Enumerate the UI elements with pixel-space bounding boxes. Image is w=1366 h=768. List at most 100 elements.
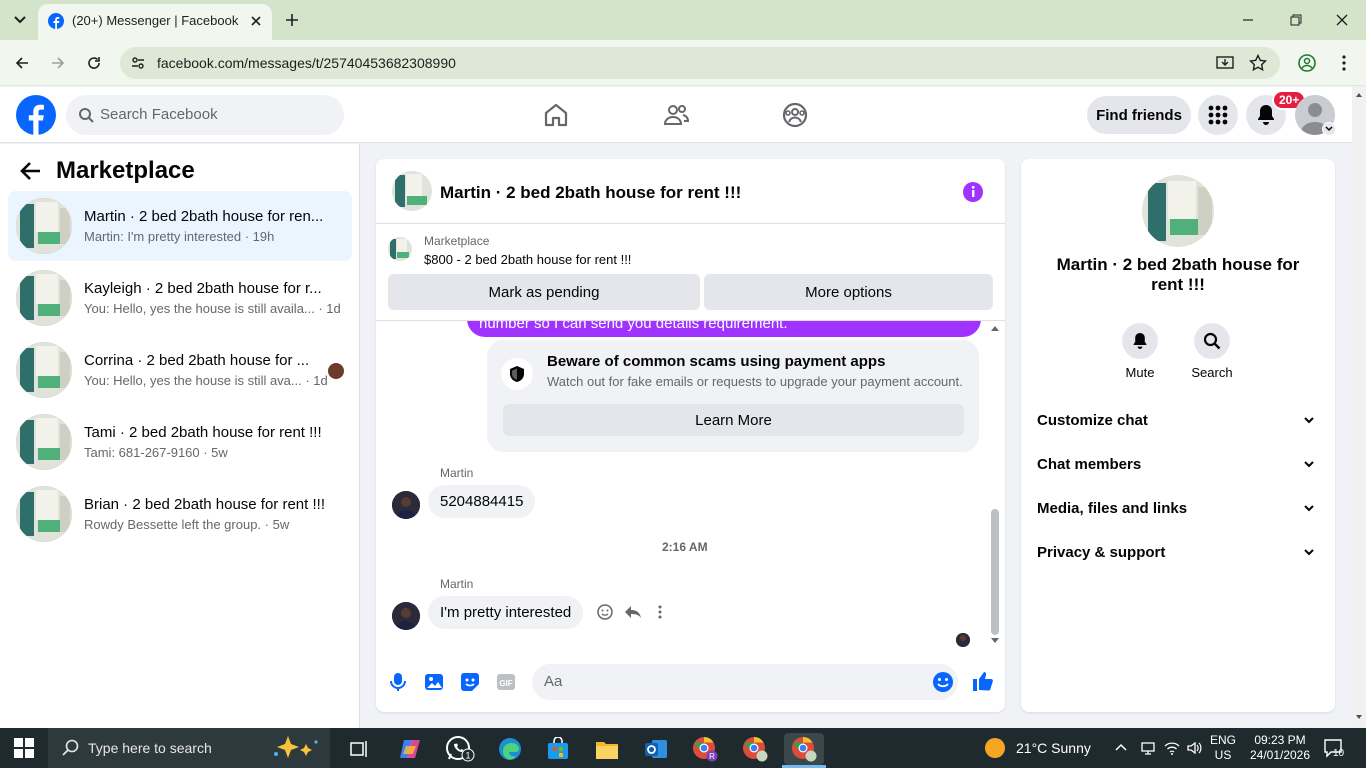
language-code: ENG [1209, 733, 1236, 747]
seen-indicator-avatar [956, 633, 970, 647]
conversation-name: Corrina · 2 bed 2bath house for ... [84, 352, 310, 369]
scroll-up-arrow-icon[interactable] [990, 324, 1000, 332]
taskbar-search-box[interactable]: Type here to search [48, 728, 330, 768]
restore-icon[interactable] [1288, 12, 1304, 28]
microphone-icon[interactable] [388, 672, 408, 692]
customize-chat-section[interactable]: Customize chat [1037, 412, 1319, 432]
chevron-down-icon [1304, 505, 1314, 512]
facebook-logo-icon[interactable] [16, 95, 56, 135]
menu-grid-icon[interactable] [1198, 95, 1238, 135]
reply-icon[interactable] [624, 604, 642, 620]
received-message-bubble[interactable]: I'm pretty interested [428, 596, 584, 629]
windows-start-icon[interactable] [14, 738, 34, 758]
received-message-bubble[interactable]: 5204884415 [428, 485, 536, 518]
sticker-icon[interactable] [460, 672, 480, 692]
install-app-icon[interactable] [1216, 54, 1234, 72]
volume-icon[interactable] [1186, 740, 1202, 756]
media-files-links-section[interactable]: Media, files and links [1037, 500, 1319, 520]
site-info-icon[interactable] [130, 55, 146, 71]
groups-icon[interactable] [781, 101, 809, 129]
taskbar-search-placeholder: Type here to search [88, 740, 212, 756]
conversation-item[interactable]: Kayleigh · 2 bed 2bath house for r... Yo… [8, 263, 352, 333]
svg-text:R: R [709, 752, 715, 761]
conversation-preview: You: Hello, yes the house is still avail… [84, 301, 341, 316]
conversation-preview: You: Hello, yes the house is still ava..… [84, 373, 328, 388]
microsoft-store-icon[interactable] [538, 733, 578, 765]
listing-price-title[interactable]: $800 - 2 bed 2bath house for rent !!! [424, 252, 631, 267]
mute-button[interactable]: Mute [1110, 323, 1170, 380]
browser-tab[interactable]: (20+) Messenger | Facebook [38, 4, 272, 40]
show-hidden-icons-chevron-icon[interactable] [1114, 740, 1128, 754]
friends-icon[interactable] [662, 101, 690, 129]
chat-header-avatar[interactable] [392, 171, 432, 211]
listing-avatar [1142, 175, 1214, 247]
home-icon[interactable] [542, 101, 570, 129]
weather-text[interactable]: 21°C Sunny [1016, 740, 1091, 756]
whatsapp-icon[interactable]: 1 [440, 733, 480, 765]
gif-icon[interactable]: GIF [496, 672, 516, 692]
sender-avatar[interactable] [392, 491, 420, 519]
back-arrow-icon[interactable] [14, 55, 30, 71]
thumbs-up-icon[interactable] [972, 670, 994, 692]
wifi-icon[interactable] [1164, 740, 1180, 756]
clock-time: 09:23 PM [1254, 733, 1306, 747]
chrome-profile-r-icon[interactable]: R [685, 733, 725, 765]
network-icon[interactable] [1140, 740, 1156, 756]
browser-profile-icon[interactable] [1298, 54, 1316, 72]
browser-menu-icon[interactable] [1336, 54, 1352, 72]
back-arrow-icon[interactable] [20, 160, 42, 182]
reload-icon[interactable] [86, 55, 102, 71]
marketplace-label: Marketplace [424, 234, 490, 248]
chrome-profile-icon[interactable] [735, 733, 775, 765]
chat-scrollbar-thumb[interactable] [991, 509, 999, 635]
chevron-down-icon [1304, 549, 1314, 556]
conversation-name: Brian · 2 bed 2bath house for rent !!! [84, 496, 325, 513]
language-indicator[interactable]: ENG US [1208, 733, 1238, 763]
chat-header-title[interactable]: Martin · 2 bed 2bath house for rent !!! [440, 183, 741, 203]
window-close-icon[interactable] [1334, 12, 1350, 28]
conversation-preview: Martin: I'm pretty interested · 19h [84, 229, 275, 244]
facebook-search-input[interactable]: Search Facebook [66, 95, 344, 135]
tab-search-button[interactable] [6, 8, 34, 32]
sender-avatar[interactable] [392, 602, 420, 630]
new-tab-plus-icon[interactable] [282, 10, 302, 30]
chevron-down-icon[interactable] [1322, 122, 1336, 136]
file-explorer-icon[interactable] [587, 733, 627, 765]
conversation-item[interactable]: Martin · 2 bed 2bath house for ren... Ma… [8, 191, 352, 261]
notification-count: 10 [1333, 748, 1345, 759]
bookmark-star-icon[interactable] [1249, 54, 1267, 72]
outlook-icon[interactable] [636, 733, 676, 765]
more-actions-icon[interactable] [656, 604, 664, 620]
emoji-icon[interactable] [932, 671, 954, 693]
more-options-button[interactable]: More options [704, 274, 993, 310]
conversation-item[interactable]: Tami · 2 bed 2bath house for rent !!! Ta… [8, 407, 352, 477]
sun-weather-icon[interactable] [985, 738, 1005, 758]
minimize-icon[interactable] [1240, 12, 1256, 28]
conversation-details-panel: Martin · 2 bed 2bath house for rent !!! … [1021, 159, 1335, 712]
react-emoji-icon[interactable] [597, 604, 613, 620]
message-input[interactable]: Aa [532, 664, 958, 700]
system-clock[interactable]: 09:23 PM 24/01/2026 [1246, 733, 1314, 763]
section-label: Chat members [1037, 456, 1142, 473]
close-icon[interactable] [248, 13, 264, 29]
scroll-down-arrow-icon[interactable] [990, 637, 1000, 645]
listing-thumbnail[interactable] [388, 237, 412, 261]
copilot-icon[interactable] [390, 733, 430, 765]
mark-as-pending-button[interactable]: Mark as pending [388, 274, 700, 310]
info-icon[interactable] [962, 181, 984, 203]
privacy-support-section[interactable]: Privacy & support [1037, 544, 1319, 564]
conversation-item[interactable]: Brian · 2 bed 2bath house for rent !!! R… [8, 479, 352, 549]
forward-arrow-icon[interactable] [50, 55, 66, 71]
page-scrollbar[interactable] [1352, 87, 1366, 728]
photo-icon[interactable] [424, 672, 444, 692]
conversation-item[interactable]: Corrina · 2 bed 2bath house for ... You:… [8, 335, 352, 405]
chat-window: Martin · 2 bed 2bath house for rent !!! … [376, 159, 1005, 712]
edge-icon[interactable] [490, 733, 530, 765]
url-text[interactable]: facebook.com/messages/t/2574045368230899… [157, 55, 456, 71]
chat-members-section[interactable]: Chat members [1037, 456, 1319, 476]
learn-more-button[interactable]: Learn More [503, 404, 964, 436]
task-view-icon[interactable] [340, 733, 380, 765]
chrome-active-icon[interactable] [784, 733, 824, 765]
search-in-conversation-button[interactable]: Search [1182, 323, 1242, 380]
find-friends-button[interactable]: Find friends [1087, 96, 1191, 134]
